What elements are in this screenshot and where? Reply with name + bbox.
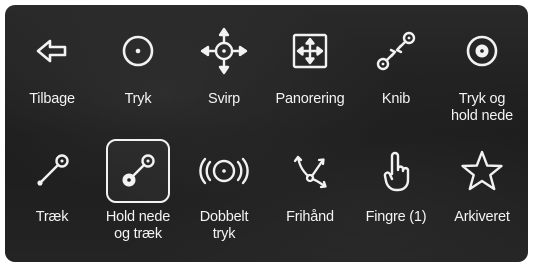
star-icon bbox=[450, 139, 514, 203]
menu-item-freehand[interactable]: Frihånd bbox=[267, 133, 353, 253]
menu-item-tap[interactable]: Tryk bbox=[95, 13, 181, 133]
menu-item-fingers[interactable]: Fingre (1) bbox=[353, 133, 439, 253]
flick-icon bbox=[192, 19, 256, 83]
finger-icon bbox=[364, 139, 428, 203]
menu-item-label: Arkiveret bbox=[454, 209, 510, 225]
gesture-menu-panel: Tilbage Tryk Svirp Panorering Knib Tryk … bbox=[5, 5, 528, 262]
menu-item-pinch[interactable]: Knib bbox=[353, 13, 439, 133]
menu-item-double-tap[interactable]: Dobbelt tryk bbox=[181, 133, 267, 253]
menu-item-label: Svirp bbox=[207, 91, 241, 107]
menu-item-back[interactable]: Tilbage bbox=[9, 13, 95, 133]
pan-icon bbox=[278, 19, 342, 83]
pinch-icon bbox=[364, 19, 428, 83]
menu-item-tap-and-hold[interactable]: Tryk og hold nede bbox=[439, 13, 525, 133]
menu-item-label: Dobbelt tryk bbox=[199, 209, 249, 242]
menu-item-label: Panorering bbox=[275, 91, 345, 107]
menu-item-label: Tilbage bbox=[29, 91, 75, 107]
tap-and-hold-icon bbox=[450, 19, 514, 83]
menu-item-pan[interactable]: Panorering bbox=[267, 13, 353, 133]
menu-item-label: Træk bbox=[35, 209, 69, 225]
menu-item-archived[interactable]: Arkiveret bbox=[439, 133, 525, 253]
freehand-icon bbox=[278, 139, 342, 203]
menu-item-label: Tryk og hold nede bbox=[451, 91, 513, 124]
menu-item-label: Frihånd bbox=[286, 209, 334, 225]
menu-item-label: Tryk bbox=[124, 91, 152, 107]
drag-icon bbox=[20, 139, 84, 203]
back-arrow-icon bbox=[20, 19, 84, 83]
menu-item-drag[interactable]: Træk bbox=[9, 133, 95, 253]
menu-item-label: Knib bbox=[381, 91, 411, 107]
menu-item-flick[interactable]: Svirp bbox=[181, 13, 267, 133]
menu-item-hold-and-drag[interactable]: Hold nede og træk bbox=[95, 133, 181, 253]
tap-icon bbox=[106, 19, 170, 83]
menu-item-label: Hold nede og træk bbox=[105, 209, 171, 242]
menu-item-label: Fingre (1) bbox=[365, 209, 427, 225]
double-tap-icon bbox=[192, 139, 256, 203]
gesture-grid: Tilbage Tryk Svirp Panorering Knib Tryk … bbox=[9, 13, 525, 253]
hold-and-drag-icon bbox=[106, 139, 170, 203]
